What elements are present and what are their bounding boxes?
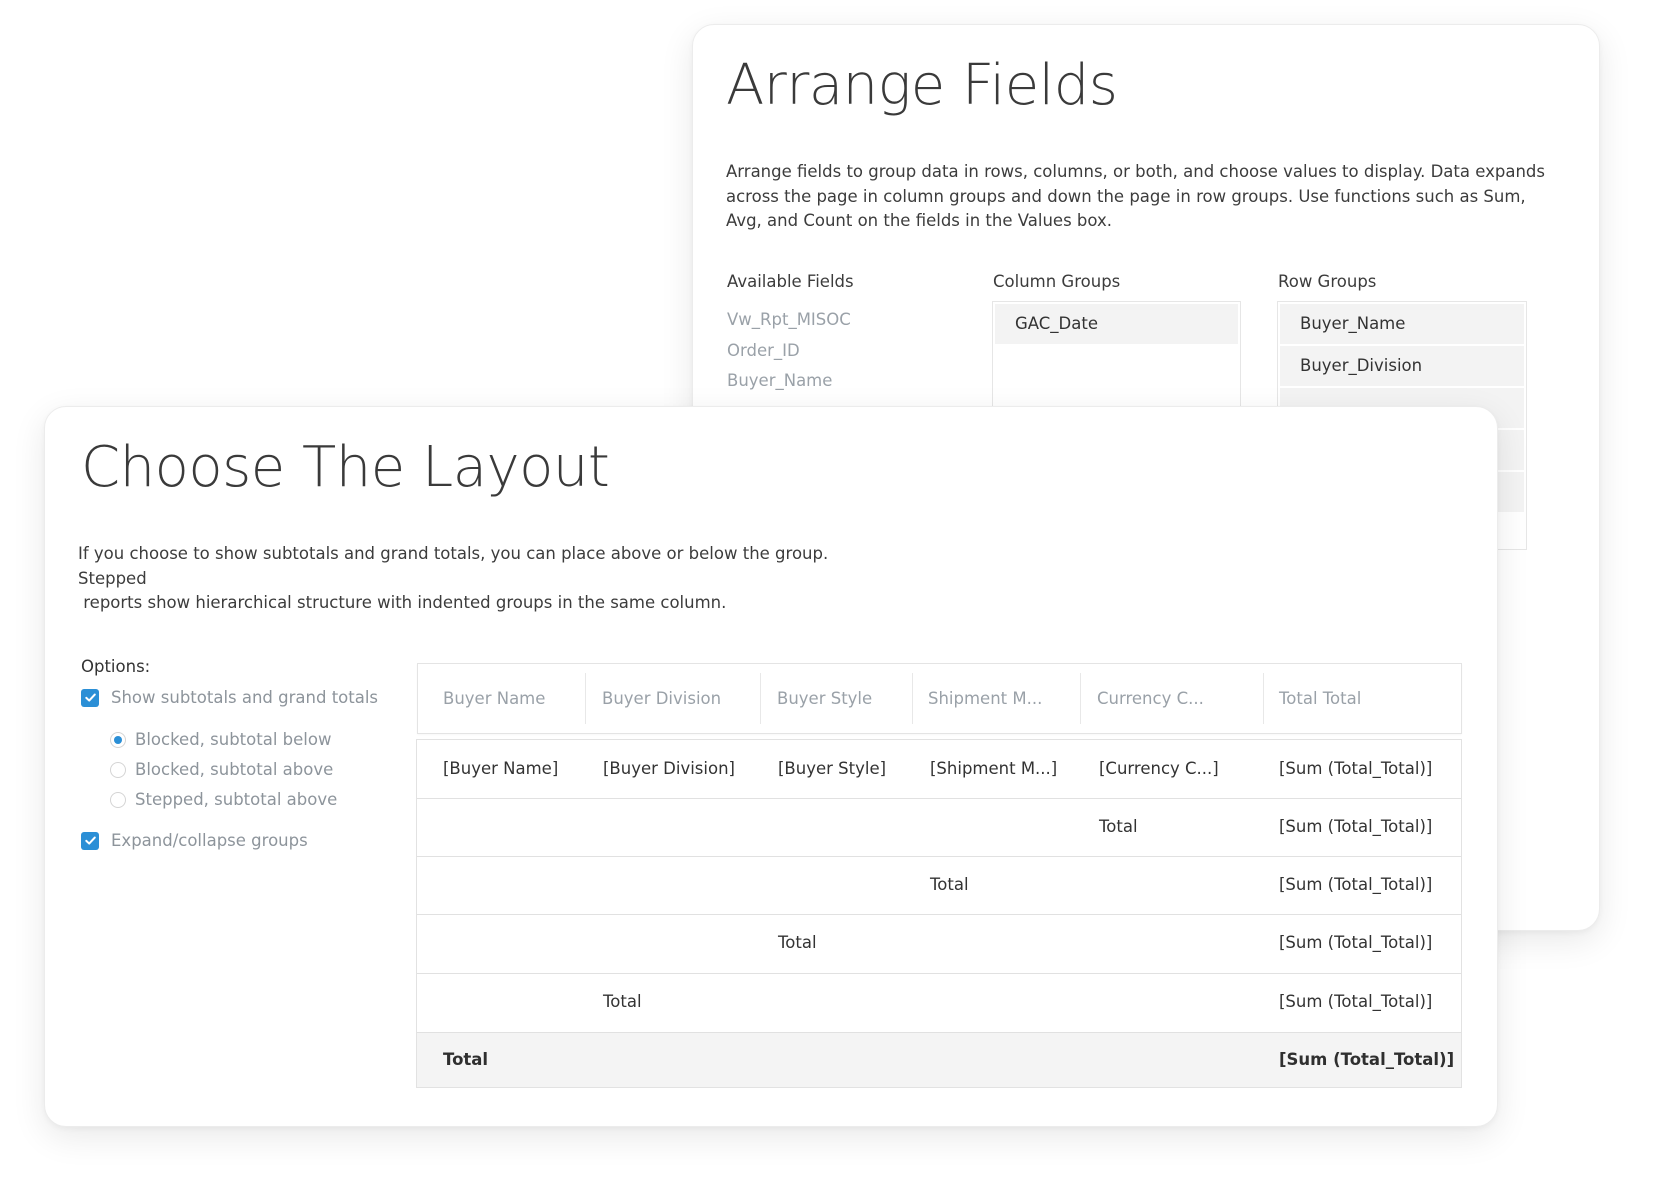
arrange-fields-description: Arrange fields to group data in rows, co… [726,162,1545,230]
preview-table: [Buyer Name] [Buyer Division] [Buyer Sty… [416,739,1462,1088]
row-groups-label: Row Groups [1278,272,1377,291]
choose-layout-description: If you choose to show subtotals and gran… [78,542,888,616]
available-fields-list: Vw_Rpt_MISOC Order_ID Buyer_Name [727,305,851,397]
row-group-item[interactable]: Buyer_Division [1280,346,1524,386]
description-line: reports show hierarchical structure with… [78,593,727,612]
available-field-item[interactable]: Order_ID [727,336,851,367]
column-group-item[interactable]: GAC_Date [995,304,1238,344]
column-header[interactable]: Currency C... [1097,664,1204,733]
radio-option[interactable]: Stepped, subtotal above [110,790,337,809]
available-fields-label: Available Fields [727,272,854,291]
column-header[interactable]: Buyer Division [602,664,721,733]
options-label: Options: [81,657,151,676]
expand-collapse-checkbox[interactable] [81,831,99,850]
table-cell: [Currency C...] [1099,759,1219,778]
available-field-item[interactable]: Vw_Rpt_MISOC [727,305,851,336]
table-cell: Total [1099,817,1138,836]
table-cell: Total [930,875,969,894]
show-totals-option[interactable]: Show subtotals and grand totals [81,688,378,707]
expand-collapse-label: Expand/collapse groups [111,831,308,850]
column-header[interactable]: Shipment M... [928,664,1042,733]
table-cell: Total [603,992,642,1011]
radio-option[interactable]: Blocked, subtotal above [110,760,333,779]
column-groups-label: Column Groups [993,272,1121,291]
choose-layout-title: Choose The Layout [81,435,610,500]
radio-button[interactable] [110,731,126,748]
table-cell: [Buyer Style] [778,759,887,778]
description-line: If you choose to show subtotals and gran… [78,544,829,588]
grand-total-row: Total [Sum (Total_Total)] [417,1033,1461,1087]
radio-label: Blocked, subtotal above [135,760,334,779]
show-totals-label: Show subtotals and grand totals [111,688,379,707]
table-cell: [Sum (Total_Total)] [1279,817,1433,836]
checkmark-icon [84,693,96,702]
radio-label: Stepped, subtotal above [135,790,338,809]
expand-collapse-option[interactable]: Expand/collapse groups [81,831,308,850]
table-row: Total [Sum (Total_Total)] [417,915,1461,974]
available-field-item[interactable]: Buyer_Name [727,366,851,397]
table-cell: [Sum (Total_Total)] [1279,992,1433,1011]
column-header[interactable]: Total Total [1279,664,1361,733]
table-cell: Total [443,1050,489,1069]
column-header[interactable]: Buyer Style [777,664,872,733]
table-cell: [Shipment M...] [930,759,1058,778]
radio-label: Blocked, subtotal below [135,730,332,749]
table-cell: [Buyer Name] [443,759,559,778]
table-cell: [Buyer Division] [603,759,735,778]
table-row: [Buyer Name] [Buyer Division] [Buyer Sty… [417,740,1461,799]
table-row: Total [Sum (Total_Total)] [417,857,1461,915]
table-cell: Total [778,933,817,952]
table-row: Total [Sum (Total_Total)] [417,974,1461,1033]
table-header: Buyer Name Buyer Division Buyer Style Sh… [417,663,1462,734]
radio-button[interactable] [110,791,126,808]
checkmark-icon [84,836,96,845]
table-row: Total [Sum (Total_Total)] [417,799,1461,857]
table-cell: [Sum (Total_Total)] [1279,1050,1455,1069]
show-totals-checkbox[interactable] [81,688,99,707]
table-cell: [Sum (Total_Total)] [1279,759,1433,778]
table-cell: [Sum (Total_Total)] [1279,933,1433,952]
radio-option[interactable]: Blocked, subtotal below [110,730,331,749]
radio-button[interactable] [110,761,126,778]
table-cell: [Sum (Total_Total)] [1279,875,1433,894]
row-group-item[interactable]: Buyer_Name [1280,304,1524,344]
arrange-fields-title: Arrange Fields [726,53,1118,118]
choose-layout-panel: Choose The Layout If you choose to show … [44,406,1498,1127]
column-header[interactable]: Buyer Name [443,664,545,733]
